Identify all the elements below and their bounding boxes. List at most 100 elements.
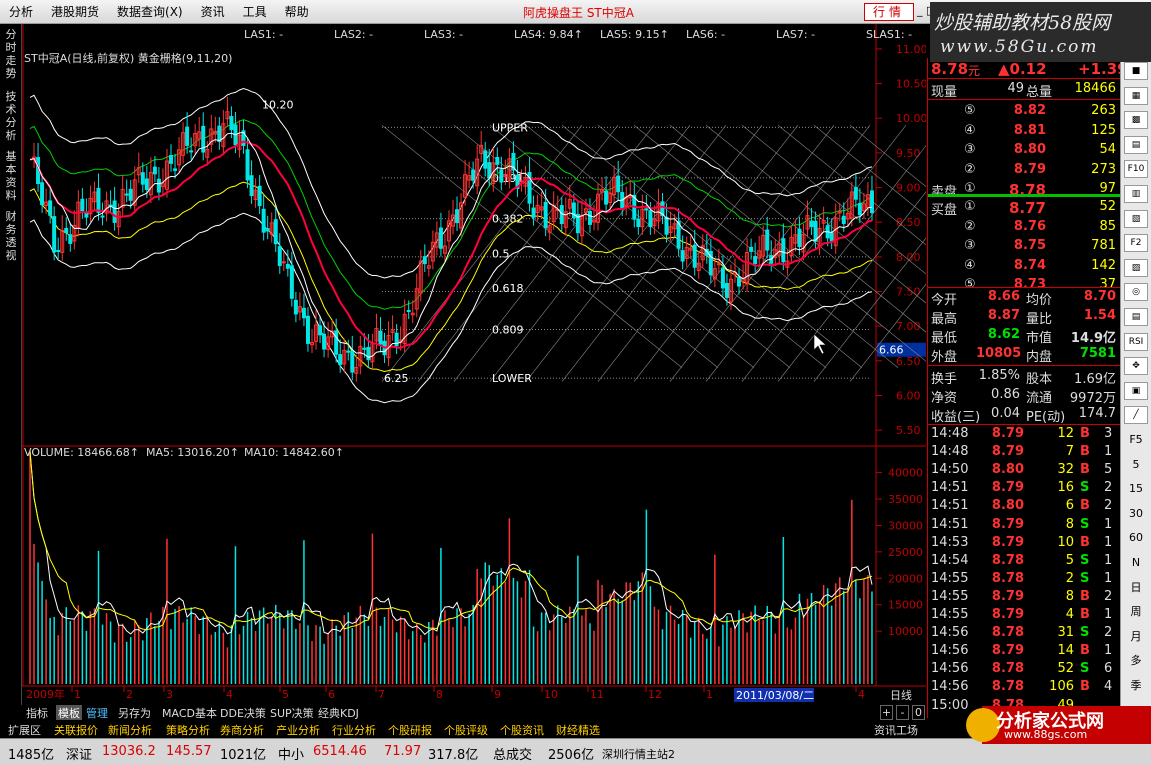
tick-row: 14:56 8.78 31 S 2 xyxy=(928,625,1120,643)
sector-tab-2[interactable]: 新闻分析 xyxy=(108,722,152,738)
sector-tab-1[interactable]: 关联报价 xyxy=(54,722,98,738)
fund-label: 换手 xyxy=(931,372,958,387)
candle-body xyxy=(68,234,73,244)
candle-body xyxy=(173,168,178,171)
zoom-in-icon[interactable]: + xyxy=(880,705,893,720)
candle-body xyxy=(169,155,173,164)
current-volume: 49 xyxy=(1007,81,1024,96)
month-tick: 3 xyxy=(166,688,173,701)
bottom-tab-0[interactable]: 指标 xyxy=(26,705,48,721)
bid-price: 8.75 xyxy=(1013,238,1046,253)
tool-button-9[interactable]: ◎ xyxy=(1124,283,1148,302)
chart-canvas: 11.0010.5010.009.509.008.508.007.507.006… xyxy=(22,24,926,702)
watermark-logo-top: 炒股辅助教材58股网 www.58Gu.com xyxy=(930,2,1151,62)
tool-button-16[interactable]: 5 xyxy=(1124,456,1148,474)
menu-item-help[interactable]: 帮助 xyxy=(276,3,318,20)
tool-button-2[interactable]: ▩ xyxy=(1124,111,1148,130)
tool-button-21[interactable]: 日 xyxy=(1124,579,1148,597)
las-value: SLAS1: - xyxy=(866,28,912,41)
tool-button-11[interactable]: RSI xyxy=(1124,332,1148,351)
menu-item-data-query[interactable]: 数据查询(X) xyxy=(108,3,192,20)
side-tab-intraday[interactable]: 分时走势 xyxy=(4,28,18,80)
menu-item-news[interactable]: 资讯 xyxy=(192,3,234,20)
bottom-tab-7[interactable]: 经典KDJ xyxy=(318,705,359,721)
candle-body xyxy=(261,208,266,233)
tool-button-1[interactable]: ▦ xyxy=(1124,86,1148,105)
bottom-tab-4[interactable]: MACD基本 xyxy=(162,705,217,721)
tool-button-6[interactable]: ▧ xyxy=(1124,209,1148,228)
tick-volume: 16 xyxy=(1057,480,1074,496)
sector-tab-7[interactable]: 个股研报 xyxy=(388,722,432,738)
candle-body xyxy=(40,182,45,206)
menu-item-analysis[interactable]: 分析 xyxy=(0,3,42,20)
tool-button-4[interactable]: F10 xyxy=(1124,160,1148,179)
total-volume-label: 总量 xyxy=(1026,85,1053,100)
stat-label: 最高 xyxy=(931,312,958,327)
tick-count: 1 xyxy=(1104,570,1113,586)
candle-body xyxy=(781,238,786,263)
total-label: 总成交 xyxy=(493,748,533,763)
bottom-tab-6[interactable]: SUP决策 xyxy=(270,705,314,721)
divider xyxy=(928,99,1120,100)
sector-tab-8[interactable]: 个股评级 xyxy=(444,722,488,738)
stat-value: 14.9亿 xyxy=(1070,331,1116,346)
candle-body xyxy=(265,228,270,232)
date-highlight: 2011/03/08/二 xyxy=(736,689,814,702)
tool-button-7[interactable]: F2 xyxy=(1124,234,1148,253)
tool-button-3[interactable]: ▤ xyxy=(1124,135,1148,154)
menu-item-hk-futures[interactable]: 港股期货 xyxy=(42,3,108,20)
sector-tab-0[interactable]: 扩展区 xyxy=(8,722,41,738)
side-tab-fundamental[interactable]: 基本资料 xyxy=(4,150,18,202)
tool-button-15[interactable]: F5 xyxy=(1124,431,1148,449)
tool-button-22[interactable]: 周 xyxy=(1124,603,1148,621)
price-tick-label: 9.50 xyxy=(896,147,921,160)
tool-button-25[interactable]: 季 xyxy=(1124,677,1148,695)
tool-button-14[interactable]: ╱ xyxy=(1124,406,1148,425)
candle-body xyxy=(724,283,729,298)
candle-body xyxy=(753,256,758,264)
side-tab-financial[interactable]: 财务透视 xyxy=(4,210,18,262)
sector-tab-4[interactable]: 券商分析 xyxy=(220,722,264,738)
sector-tab-10[interactable]: 财经精选 xyxy=(556,722,600,738)
info-workshop-tab[interactable]: 资讯工场 xyxy=(874,722,918,738)
sector-tab-3[interactable]: 策略分析 xyxy=(166,722,210,738)
sector-tab-5[interactable]: 产业分析 xyxy=(276,722,320,738)
watermark-circle-icon xyxy=(966,708,1000,742)
fund-label: 流通 xyxy=(1026,391,1053,406)
tool-button-19[interactable]: 60 xyxy=(1124,529,1148,547)
side-tab-technical[interactable]: 技术分析 xyxy=(4,90,18,142)
sector-tab-6[interactable]: 行业分析 xyxy=(332,722,376,738)
bottom-tab-5[interactable]: DDE决策 xyxy=(220,705,266,721)
candle-body xyxy=(543,201,548,229)
sector-tab-9[interactable]: 个股资讯 xyxy=(500,722,544,738)
tool-button-0[interactable]: ■ xyxy=(1124,62,1148,80)
stat-label: 量比 xyxy=(1026,312,1053,327)
tool-button-18[interactable]: 30 xyxy=(1124,505,1148,523)
bid-label: 买盘 xyxy=(931,203,958,218)
menu-item-tools[interactable]: 工具 xyxy=(234,3,276,20)
quote-button[interactable]: 行情 xyxy=(864,3,914,21)
zoom-out-icon[interactable]: - xyxy=(896,705,909,720)
ask-volume: 273 xyxy=(1091,161,1116,177)
las-value: LAS7: - xyxy=(776,28,815,41)
tool-button-12[interactable]: ✥ xyxy=(1124,357,1148,376)
tick-time: 14:56 xyxy=(931,661,969,677)
bid-volume: 52 xyxy=(1099,199,1116,214)
tool-button-20[interactable]: N xyxy=(1124,554,1148,572)
tick-time: 14:55 xyxy=(931,570,969,586)
main-chart[interactable]: 11.00 10.50 10.00 9.50 9.00 8.50 8.00 7.50 7.00 6… xyxy=(22,24,926,705)
tool-button-8[interactable]: ▨ xyxy=(1124,258,1148,277)
tool-button-17[interactable]: 15 xyxy=(1124,480,1148,498)
tool-button-23[interactable]: 月 xyxy=(1124,628,1148,646)
period-label[interactable]: 日线 xyxy=(890,688,912,702)
tool-button-24[interactable]: 多 xyxy=(1124,652,1148,670)
tool-button-13[interactable]: ▣ xyxy=(1124,381,1148,400)
bottom-tab-3[interactable]: 另存为 xyxy=(118,705,151,721)
tool-button-10[interactable]: ▤ xyxy=(1124,308,1148,326)
price-unit: 元 xyxy=(968,64,981,78)
bottom-tab-2[interactable]: 管理 xyxy=(86,705,108,721)
tool-button-5[interactable]: ▥ xyxy=(1124,185,1148,203)
bottom-tab-1[interactable]: 模板 xyxy=(56,705,82,721)
fib-level-label: LOWER xyxy=(492,372,532,385)
zoom-reset-icon[interactable]: 0 xyxy=(912,705,925,720)
